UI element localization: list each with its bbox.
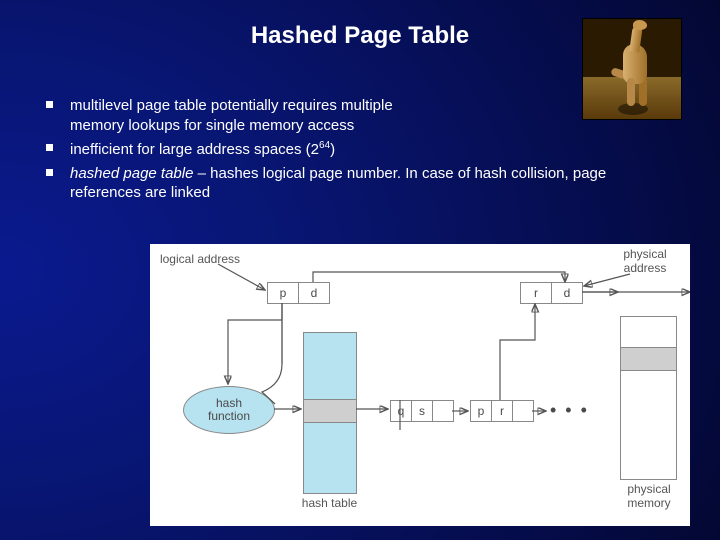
bullet-2-text: inefficient for large address spaces (2 [70,141,319,158]
bullet-2: inefficient for large address spaces (26… [42,139,660,160]
diagram-arrows [150,244,690,526]
bullet-2-sup: 64 [319,140,330,151]
bullet-list: multilevel page table potentially requir… [42,96,660,203]
diagram: logical address physical address p d r d… [150,244,690,526]
bullet-2-tail: ) [330,141,335,158]
bullet-1-line1: multilevel page table potentially requir… [70,97,393,114]
bullet-1: multilevel page table potentially requir… [42,96,660,135]
bullet-3-term: hashed page table [70,165,193,182]
bullet-1-line2: memory lookups for single memory access [70,117,354,134]
bullet-3: hashed page table – hashes logical page … [42,164,660,203]
